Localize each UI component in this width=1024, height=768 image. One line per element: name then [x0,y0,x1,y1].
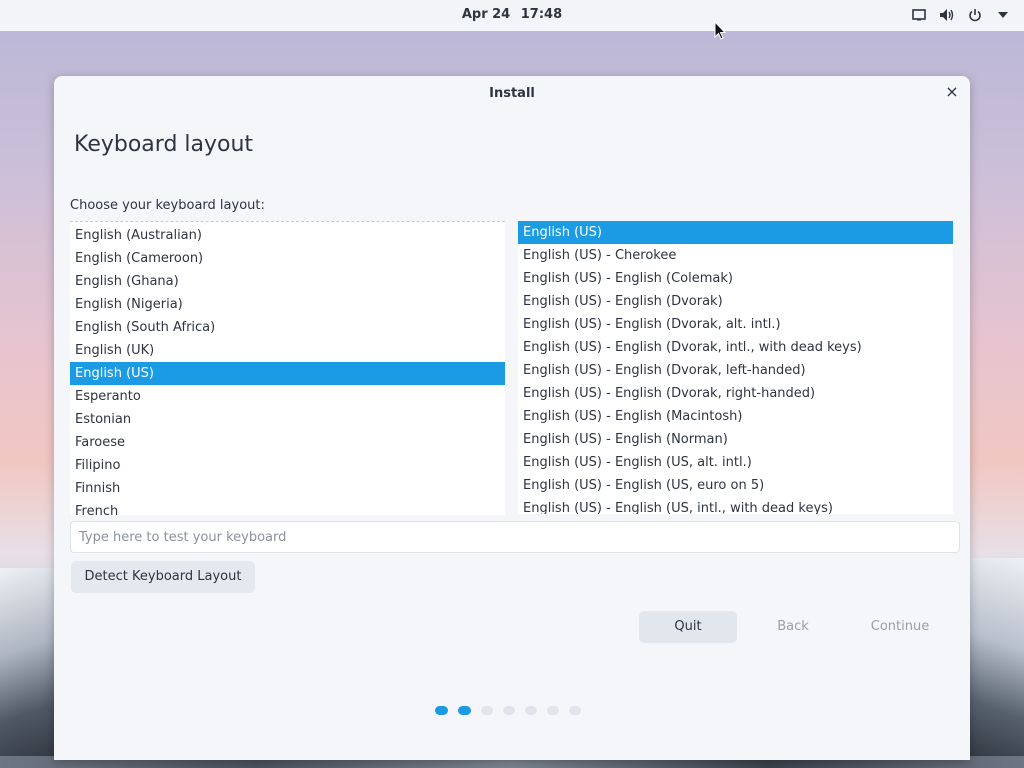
progress-step-dot [481,706,493,715]
layout-list-item[interactable]: Esperanto [70,385,505,408]
progress-step-dot [547,706,559,715]
progress-step-dot [569,706,581,715]
installer-window: Install × Keyboard layout Choose your ke… [54,76,970,760]
clock[interactable]: Apr 24 17:48 [0,7,1024,22]
window-title: Install [489,86,535,101]
variant-list-item[interactable]: English (US) - English (Macintosh) [518,405,953,428]
clock-date: Apr 24 [461,7,511,22]
progress-step-dot [525,706,537,715]
variant-list-item[interactable]: English (US) - English (Dvorak, intl., w… [518,336,953,359]
variant-list-item[interactable]: English (US) [518,221,953,244]
variant-list-item[interactable]: English (US) - English (Norman) [518,428,953,451]
progress-step-dot [503,706,515,715]
variant-list-item[interactable]: English (US) - English (Dvorak, alt. int… [518,313,953,336]
wallpaper-mountain-left [0,568,60,768]
keyboard-test-input[interactable] [70,521,960,553]
variant-list[interactable]: English (US) English (US) - Cherokee Engli… [518,221,953,514]
screen-icon[interactable] [910,6,928,24]
layout-list-item[interactable]: English (UK) [70,339,505,362]
detect-layout-button[interactable]: Detect Keyboard Layout [71,561,255,593]
layout-list-item[interactable]: Finnish [70,477,505,500]
variant-list-item[interactable]: English (US) - Cherokee [518,244,953,267]
layout-prompt: Choose your keyboard layout: [70,198,265,213]
mouse-pointer-icon [714,20,727,45]
layout-list-item[interactable]: Filipino [70,454,505,477]
back-button[interactable]: Back [744,611,842,643]
top-bar: Apr 24 17:48 [0,0,1024,31]
layout-list-item[interactable]: English (Australian) [70,224,505,247]
wallpaper-mountain-right [964,558,1024,768]
layout-list-item[interactable]: English (South Africa) [70,316,505,339]
menu-down-icon[interactable] [994,6,1012,24]
volume-icon[interactable] [938,6,956,24]
layout-list-item[interactable]: English (Nigeria) [70,293,505,316]
page-title: Keyboard layout [74,132,254,157]
layout-list-item[interactable]: English (Ghana) [70,270,505,293]
progress-indicator [435,706,581,715]
power-icon[interactable] [966,6,984,24]
layout-list[interactable]: English (Australian) English (Cameroon) En… [70,221,505,515]
progress-step-dot [458,706,471,715]
progress-step-dot [435,706,448,715]
close-icon[interactable]: × [944,84,960,100]
layout-list-item[interactable]: Estonian [70,408,505,431]
continue-button[interactable]: Continue [851,611,949,643]
variant-list-item[interactable]: English (US) - English (US, alt. intl.) [518,451,953,474]
layout-list-item[interactable]: English (Cameroon) [70,247,505,270]
layout-list-item[interactable]: French [70,500,505,515]
variant-list-item[interactable]: English (US) - English (US, intl., with … [518,497,953,514]
clock-time: 17:48 [520,7,563,22]
layout-list-item[interactable]: English (US) [70,362,505,385]
variant-list-item[interactable]: English (US) - English (Colemak) [518,267,953,290]
variant-list-item[interactable]: English (US) - English (Dvorak, right-ha… [518,382,953,405]
quit-button[interactable]: Quit [639,611,737,643]
system-tray [910,6,1012,24]
variant-list-item[interactable]: English (US) - English (Dvorak, left-han… [518,359,953,382]
variant-list-item[interactable]: English (US) - English (Dvorak) [518,290,953,313]
variant-list-item[interactable]: English (US) - English (US, euro on 5) [518,474,953,497]
layout-list-item[interactable]: Faroese [70,431,505,454]
